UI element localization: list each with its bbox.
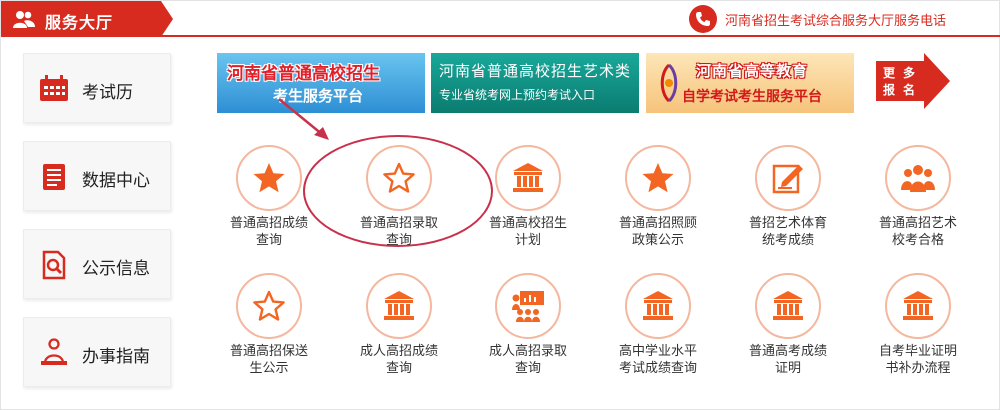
service-icon-circle xyxy=(236,145,302,211)
service-label-line2: 考试成绩查询 xyxy=(618,361,697,376)
banner-self-study-exam-platform[interactable]: 河南省高等教育 自学考试考生服务平台 xyxy=(646,53,854,113)
sidebar-item-exam-calendar[interactable]: 考试历 xyxy=(23,53,171,123)
phone-icon xyxy=(689,5,717,33)
service-item[interactable]: 普通高招成绩 查询 xyxy=(209,145,329,263)
service-icon-circle xyxy=(885,145,951,211)
service-icon-circle xyxy=(495,273,561,339)
service-icon-circle xyxy=(366,145,432,211)
sidebar-item-public-notice[interactable]: 公示信息 xyxy=(23,229,171,299)
service-label: 普招艺术体育 统考成绩 xyxy=(728,215,848,249)
service-label: 普通高校招生 计划 xyxy=(468,215,588,249)
sidebar-item-guide[interactable]: 办事指南 xyxy=(23,317,171,387)
service-label-line2: 计划 xyxy=(514,233,541,248)
service-item[interactable]: 普通高招保送 生公示 xyxy=(209,273,329,391)
banner-title: 河南省高等教育 xyxy=(696,62,809,80)
service-label-line1: 普招艺术体育 xyxy=(748,216,827,231)
service-label: 自考毕业证明 书补办流程 xyxy=(858,343,978,377)
service-label-line2: 查询 xyxy=(255,233,282,248)
service-item[interactable]: 成人高招录取 查询 xyxy=(468,273,588,391)
service-item[interactable]: 自考毕业证明 书补办流程 xyxy=(858,273,978,391)
service-label-line2: 校考合格 xyxy=(891,233,944,248)
service-icon-circle xyxy=(625,273,691,339)
service-label: 普通高招成绩 查询 xyxy=(209,215,329,249)
service-label: 成人高招成绩 查询 xyxy=(339,343,459,377)
service-item[interactable]: 普通高考成绩 证明 xyxy=(728,273,848,391)
sidebar-item-label: 考试历 xyxy=(82,83,133,103)
service-item[interactable]: 成人高招成绩 查询 xyxy=(339,273,459,391)
sidebar-item-label: 公示信息 xyxy=(82,259,150,279)
sidebar-item-data-center[interactable]: 数据中心 xyxy=(23,141,171,211)
service-icon-circle xyxy=(236,273,302,339)
service-icon-circle xyxy=(885,273,951,339)
service-icon-circle xyxy=(495,145,561,211)
service-label-line1: 成人高招成绩 xyxy=(359,344,438,359)
service-label: 高中学业水平 考试成绩查询 xyxy=(598,343,718,377)
self-study-logo-icon xyxy=(660,63,678,103)
service-label-line2: 查询 xyxy=(385,361,412,376)
service-icon-circle xyxy=(625,145,691,211)
service-label: 普通高招保送 生公示 xyxy=(209,343,329,377)
service-item[interactable]: 高中学业水平 考试成绩查询 xyxy=(598,273,718,391)
banner-subtitle: 专业省统考网上预约考试入口 xyxy=(439,88,596,102)
banner-art-exam-booking[interactable]: 河南省普通高校招生艺术类 专业省统考网上预约考试入口 xyxy=(431,53,639,113)
service-label: 普通高考成绩 证明 xyxy=(728,343,848,377)
service-label: 普通高招录取 查询 xyxy=(339,215,459,249)
banner-subtitle: 自学考试考生服务平台 xyxy=(682,89,822,105)
service-label-line1: 普通高考成绩 xyxy=(748,344,827,359)
service-label-line2: 生公示 xyxy=(249,361,289,376)
service-label-line1: 自考毕业证明 xyxy=(878,344,957,359)
page-title: 服务大厅 xyxy=(45,13,114,32)
service-label-line1: 普通高招录取 xyxy=(359,216,438,231)
service-item[interactable]: 普通高招照顾 政策公示 xyxy=(598,145,718,263)
service-label-line2: 书补办流程 xyxy=(885,361,951,376)
service-label-line2: 查询 xyxy=(514,361,541,376)
register-label: 报名 xyxy=(883,83,924,97)
service-icon-circle xyxy=(755,145,821,211)
service-item[interactable]: 普通高招艺术 校考合格 xyxy=(858,145,978,263)
service-label-line2: 统考成绩 xyxy=(761,233,814,248)
service-label-line1: 普通高校招生 xyxy=(488,216,567,231)
title-tab: 服务大厅 xyxy=(1,1,173,37)
service-item[interactable]: 普招艺术体育 统考成绩 xyxy=(728,145,848,263)
service-label: 成人高招录取 查询 xyxy=(468,343,588,377)
service-phone-link[interactable]: 河南省招生考试综合服务大厅服务电话 xyxy=(725,10,946,29)
banner-subtitle: 考生服务平台 xyxy=(273,87,364,105)
calendar-icon xyxy=(40,75,68,101)
header-bar: 服务大厅 河南省招生考试综合服务大厅服务电话 xyxy=(1,1,1000,37)
service-icon-circle xyxy=(755,273,821,339)
service-label-line1: 普通高招照顾 xyxy=(618,216,697,231)
document-icon xyxy=(43,164,65,190)
banner-title: 河南省普通高校招生 xyxy=(227,64,380,84)
service-hall-panel: 服务大厅 河南省招生考试综合服务大厅服务电话 考试历 数据中心 公示信息 办事指… xyxy=(0,0,1000,410)
service-label-line1: 普通高招保送 xyxy=(229,344,308,359)
users-icon xyxy=(13,11,35,28)
service-icon-circle xyxy=(366,273,432,339)
service-item[interactable]: 普通高校招生 计划 xyxy=(468,145,588,263)
banner-gaokao-service-platform[interactable]: 河南省普通高校招生 考生服务平台 xyxy=(217,53,425,113)
service-label-line2: 证明 xyxy=(774,361,801,376)
service-label-line2: 查询 xyxy=(385,233,412,248)
person-desk-icon xyxy=(41,338,67,365)
sidebar-item-label: 数据中心 xyxy=(82,171,150,191)
service-label: 普通高招照顾 政策公示 xyxy=(598,215,718,249)
banner-title: 河南省普通高校招生艺术类 xyxy=(439,62,632,80)
service-label-line1: 高中学业水平 xyxy=(618,344,697,359)
service-label-line1: 普通高招艺术 xyxy=(878,216,957,231)
more-registration-button[interactable]: 更多 报名 xyxy=(876,53,950,109)
service-label-line1: 成人高招录取 xyxy=(488,344,567,359)
sidebar-item-label: 办事指南 xyxy=(82,347,150,367)
service-label-line1: 普通高招成绩 xyxy=(229,216,308,231)
service-item[interactable]: 普通高招录取 查询 xyxy=(339,145,459,263)
service-label: 普通高招艺术 校考合格 xyxy=(858,215,978,249)
file-search-icon xyxy=(42,250,66,280)
service-label-line2: 政策公示 xyxy=(631,233,684,248)
more-label: 更多 xyxy=(883,66,924,80)
